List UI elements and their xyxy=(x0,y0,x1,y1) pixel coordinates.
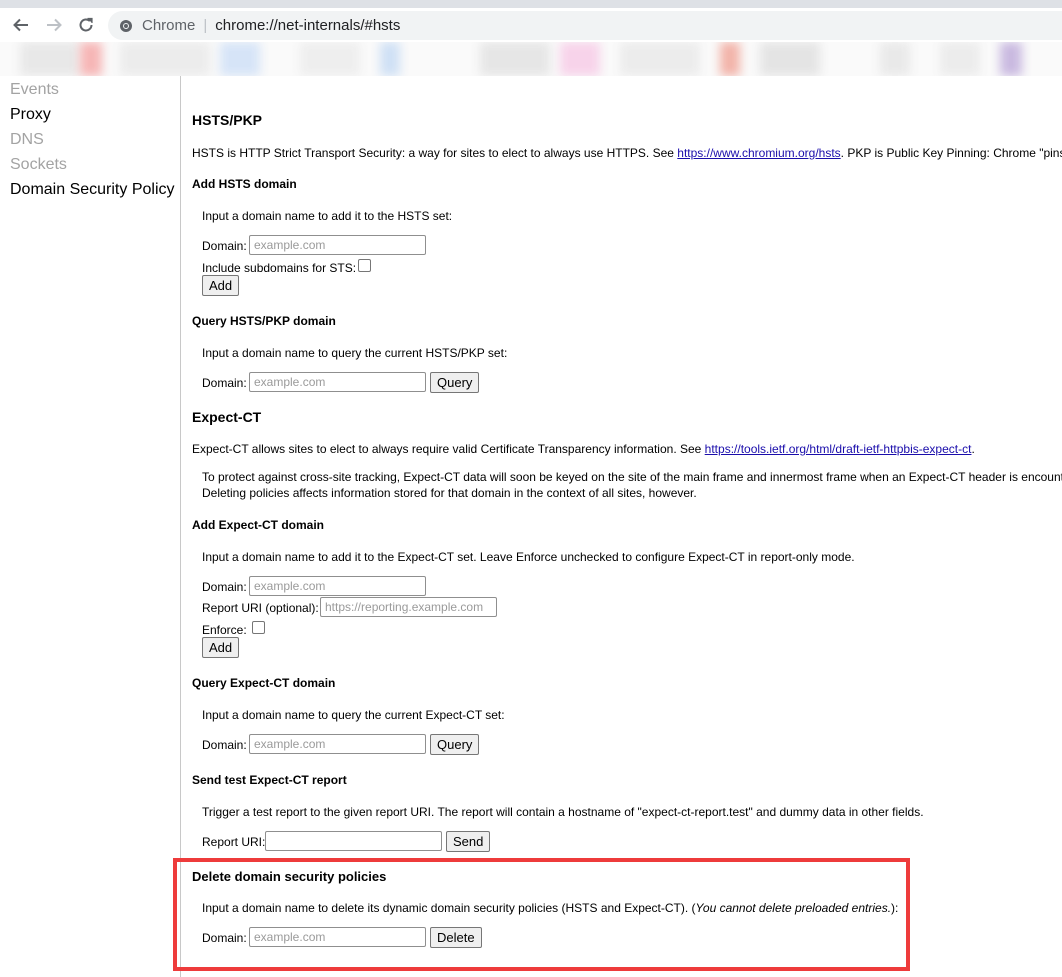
test-report-uri-label: Report URI: xyxy=(202,835,266,849)
report-uri-optional-label: Report URI (optional): xyxy=(202,601,319,615)
send-test-report-title: Send test Expect-CT report xyxy=(192,773,347,787)
report-uri-optional-input[interactable] xyxy=(320,597,497,617)
query-hsts-domain-input[interactable] xyxy=(249,372,426,392)
sidebar: Events Proxy DNS Sockets Domain Security… xyxy=(0,76,181,977)
sidebar-item-dns[interactable]: DNS xyxy=(10,131,44,149)
add-expect-ct-domain-input[interactable] xyxy=(249,576,426,596)
expect-ct-note-line1: To protect against cross-site tracking, … xyxy=(202,470,1062,484)
browser-toolbar: Chrome | chrome://net-internals/#hsts xyxy=(0,8,1062,42)
query-expect-ct-domain-label: Domain: xyxy=(202,738,247,752)
delete-policies-title: Delete domain security policies xyxy=(192,869,387,884)
chrome-logo-icon xyxy=(119,19,133,33)
add-expect-ct-domain-label: Domain: xyxy=(202,580,247,594)
hsts-description: HSTS is HTTP Strict Transport Security: … xyxy=(192,146,1062,160)
back-button[interactable] xyxy=(9,13,33,37)
sidebar-item-sockets[interactable]: Sockets xyxy=(10,156,67,174)
query-hsts-description: Input a domain name to query the current… xyxy=(202,346,508,360)
back-arrow-icon xyxy=(13,18,28,32)
add-hsts-domain-label: Domain: xyxy=(202,239,247,253)
test-report-uri-input[interactable] xyxy=(265,831,442,851)
delete-desc-text: Input a domain name to delete its dynami… xyxy=(202,901,696,915)
delete-desc-italic: You cannot delete preloaded entries. xyxy=(695,901,892,915)
query-hsts-button[interactable]: Query xyxy=(430,372,480,393)
url-text: chrome://net-internals/#hsts xyxy=(215,17,401,34)
hsts-link[interactable]: https://www.chromium.org/hsts xyxy=(677,146,840,160)
hsts-desc-text: HSTS is HTTP Strict Transport Security: … xyxy=(192,146,678,160)
add-expect-ct-title: Add Expect-CT domain xyxy=(192,518,325,532)
query-hsts-title: Query HSTS/PKP domain xyxy=(192,314,336,328)
send-test-report-description: Trigger a test report to the given repor… xyxy=(202,805,924,819)
add-expect-ct-button[interactable]: Add xyxy=(202,637,240,658)
add-hsts-description: Input a domain name to add it to the HST… xyxy=(202,209,453,223)
add-hsts-title: Add HSTS domain xyxy=(192,177,297,191)
forward-arrow-icon xyxy=(47,18,62,32)
enforce-label: Enforce: xyxy=(202,623,247,637)
hsts-title: HSTS/PKP xyxy=(192,112,263,128)
sidebar-item-domain-security-policy[interactable]: Domain Security Policy xyxy=(10,181,175,199)
include-subdomains-checkbox[interactable] xyxy=(358,259,371,272)
query-expect-ct-button[interactable]: Query xyxy=(430,734,480,755)
expect-ct-desc-text-after: . xyxy=(971,442,975,456)
delete-button[interactable]: Delete xyxy=(430,927,482,948)
expect-ct-title: Expect-CT xyxy=(192,409,262,425)
delete-policies-description: Input a domain name to delete its dynami… xyxy=(202,901,898,915)
query-expect-ct-description: Input a domain name to query the current… xyxy=(202,708,505,722)
address-bar[interactable]: Chrome | chrome://net-internals/#hsts xyxy=(108,11,1062,40)
expect-ct-desc-text: Expect-CT allows sites to elect to alway… xyxy=(192,442,705,456)
query-hsts-domain-label: Domain: xyxy=(202,376,247,390)
enforce-checkbox[interactable] xyxy=(252,621,265,634)
bookmarks-bar xyxy=(0,42,1062,76)
omnibox-separator: | xyxy=(203,17,208,34)
add-hsts-button[interactable]: Add xyxy=(202,275,240,296)
sidebar-item-proxy[interactable]: Proxy xyxy=(10,106,51,124)
reload-button[interactable] xyxy=(74,13,98,37)
delete-domain-input[interactable] xyxy=(249,927,426,947)
add-expect-ct-description: Input a domain name to add it to the Exp… xyxy=(202,550,855,564)
expect-ct-description: Expect-CT allows sites to elect to alway… xyxy=(192,442,975,456)
expect-ct-note-line2: Deleting policies affects information st… xyxy=(202,486,697,500)
site-chip-label: Chrome xyxy=(142,17,196,34)
tab-strip xyxy=(0,0,1062,8)
sidebar-item-events[interactable]: Events xyxy=(10,81,59,99)
hsts-desc-text-after: . PKP is Public Key Pinning: Chrome "pin… xyxy=(840,146,1062,160)
forward-button[interactable] xyxy=(42,13,66,37)
delete-desc-text-after: ): xyxy=(891,901,899,915)
add-hsts-domain-input[interactable] xyxy=(249,235,426,255)
main-content: HSTS/PKP HSTS is HTTP Strict Transport S… xyxy=(182,76,1062,977)
reload-icon xyxy=(79,17,93,32)
query-expect-ct-title: Query Expect-CT domain xyxy=(192,676,336,690)
delete-domain-label: Domain: xyxy=(202,931,247,945)
include-subdomains-label: Include subdomains for STS: xyxy=(202,261,357,275)
send-test-report-button[interactable]: Send xyxy=(446,831,491,852)
query-expect-ct-domain-input[interactable] xyxy=(249,734,426,754)
expect-ct-link[interactable]: https://tools.ietf.org/html/draft-ietf-h… xyxy=(705,442,972,456)
